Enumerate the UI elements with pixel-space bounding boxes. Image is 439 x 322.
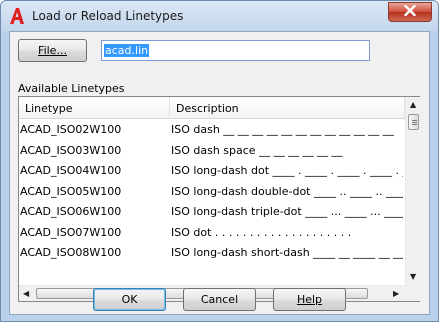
- scrollbar-corner: [405, 285, 420, 301]
- thumb-grip: [412, 120, 417, 121]
- scroll-down-arrow-icon[interactable]: ▼: [410, 273, 416, 281]
- linetype-name: ACAD_ISO05W100: [20, 184, 122, 198]
- ok-button-label: OK: [121, 293, 138, 306]
- list-item[interactable]: ACAD_ISO04W100 ISO long-dash dot ____ . …: [19, 161, 405, 182]
- dialog-client-area: File... acad.lin Available Linetypes Lin…: [9, 31, 430, 315]
- linetype-name: ACAD_ISO02W100: [20, 123, 122, 136]
- linetype-name: ACAD_ISO04W100: [20, 164, 122, 177]
- list-item[interactable]: ACAD_ISO03W100 ISO dash space __ __ __ _…: [19, 141, 405, 162]
- column-header-linetype[interactable]: Linetype: [19, 97, 170, 119]
- linetype-name: ACAD_ISO03W100: [20, 143, 122, 157]
- list-header: Linetype Description: [19, 97, 405, 119]
- list-item[interactable]: ACAD_ISO07W100 ISO dot . . . . . . . . .…: [19, 223, 405, 244]
- title-bar[interactable]: Load or Reload Linetypes: [1, 1, 438, 31]
- file-button[interactable]: File...: [18, 39, 87, 62]
- autocad-a-icon: [8, 7, 26, 25]
- list-item[interactable]: ACAD_ISO05W100 ISO long-dash double-dot …: [19, 182, 405, 203]
- list-item[interactable]: ACAD_ISO06W100 ISO long-dash triple-dot …: [19, 202, 405, 223]
- linetype-description: ISO dot . . . . . . . . . . . . . . . . …: [171, 225, 352, 239]
- linetype-description: ISO dash space __ __ __ __ __ __: [171, 143, 343, 157]
- list-rows: ACAD_ISO02W100 ISO dash __ __ __ __ __ _…: [19, 120, 405, 285]
- column-header-description[interactable]: Description: [170, 97, 405, 119]
- scroll-right-arrow-icon[interactable]: ▶: [393, 290, 399, 298]
- linetype-description: ISO long-dash double-dot ____ .. ____ ..…: [171, 184, 403, 198]
- vertical-scroll-thumb[interactable]: [408, 114, 419, 130]
- close-button[interactable]: [388, 2, 432, 22]
- ok-button[interactable]: OK: [93, 288, 166, 311]
- linetype-description: ISO long-dash triple-dot ____ ... ____ .…: [171, 205, 403, 218]
- thumb-grip: [412, 124, 417, 125]
- close-x-icon: [404, 4, 416, 19]
- file-button-label: File...: [38, 44, 67, 57]
- available-linetypes-label: Available Linetypes: [18, 82, 125, 95]
- dialog-window: Load or Reload Linetypes File... acad.li…: [0, 0, 439, 322]
- linetype-description: ISO long-dash short-dash ____ __ ____ __…: [171, 246, 403, 259]
- linetype-name: ACAD_ISO06W100: [20, 205, 122, 218]
- thumb-grip: [412, 122, 417, 123]
- linetype-name: ACAD_ISO08W100: [20, 246, 122, 259]
- file-name-input[interactable]: acad.lin: [101, 40, 370, 61]
- help-button[interactable]: Help: [273, 288, 346, 311]
- list-item[interactable]: ACAD_ISO02W100 ISO dash __ __ __ __ __ _…: [19, 120, 405, 141]
- cancel-button-label: Cancel: [200, 293, 239, 306]
- list-item[interactable]: ACAD_ISO08W100 ISO long-dash short-dash …: [19, 243, 405, 264]
- linetype-description: ISO long-dash dot ____ . ____ . ____ . _…: [171, 164, 403, 177]
- help-button-label: Help: [296, 293, 323, 306]
- cancel-button[interactable]: Cancel: [183, 288, 256, 311]
- vertical-scrollbar[interactable]: ▲ ▼: [405, 97, 420, 285]
- scroll-up-arrow-icon[interactable]: ▲: [410, 101, 416, 109]
- file-name-value: acad.lin: [104, 44, 150, 57]
- window-title: Load or Reload Linetypes: [32, 9, 184, 23]
- linetype-description: ISO dash __ __ __ __ __ __ __ __ __ __ _…: [171, 123, 394, 136]
- linetype-name: ACAD_ISO07W100: [20, 225, 122, 239]
- scroll-left-arrow-icon[interactable]: ◀: [23, 290, 29, 298]
- linetypes-list[interactable]: Linetype Description ACAD_ISO02W100 ISO …: [18, 96, 420, 302]
